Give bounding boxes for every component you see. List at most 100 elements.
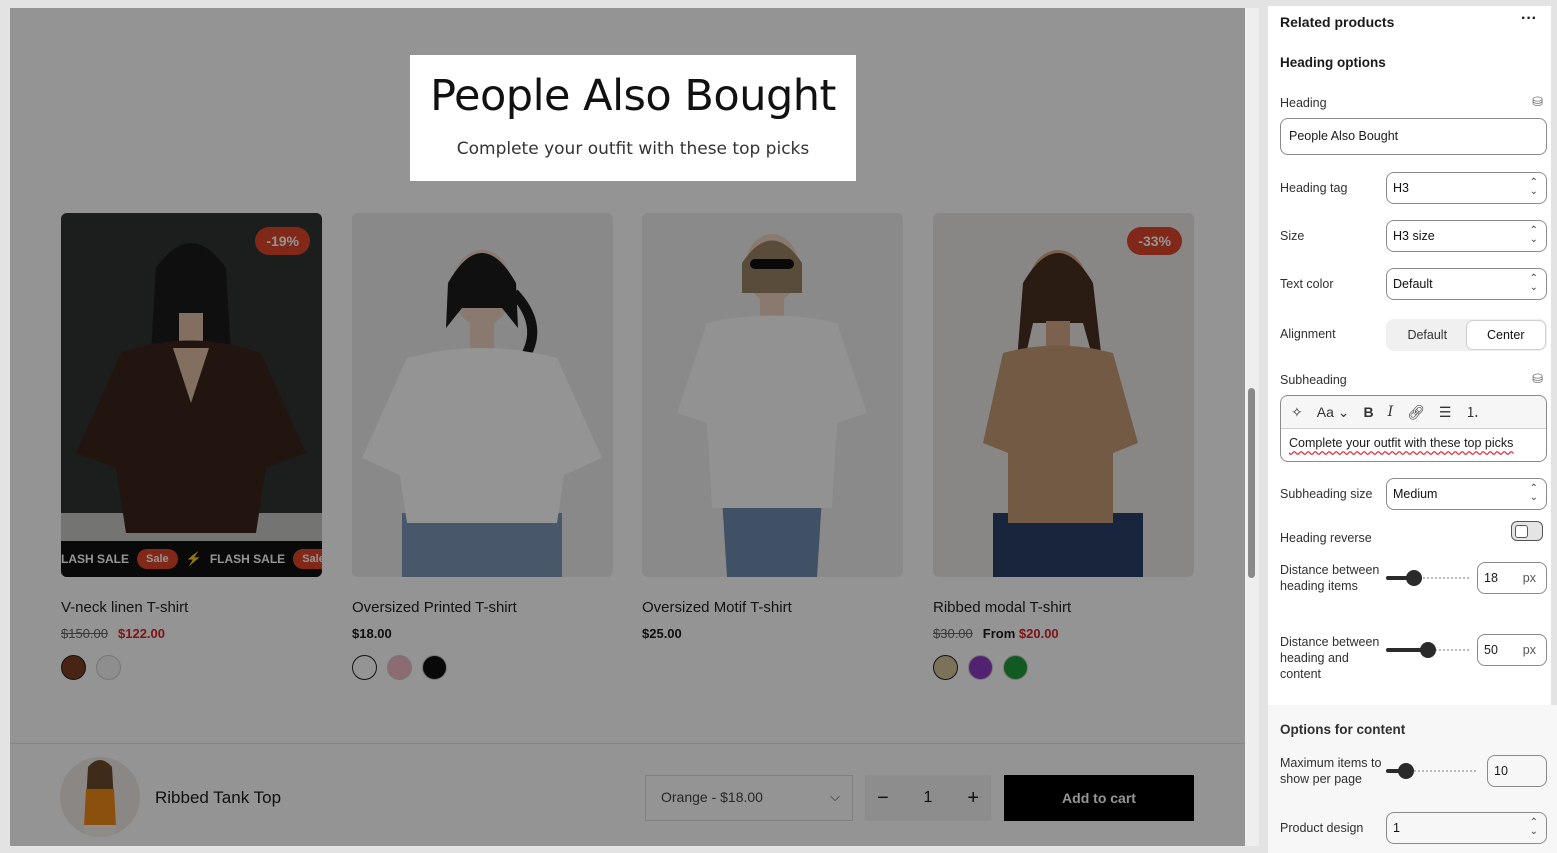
select-arrows-icon: ⌃ ⌄ (1529, 177, 1538, 197)
regular-price: $25.00 (642, 626, 682, 641)
settings-panel-continued: Options for content Maximum items to sho… (1268, 705, 1557, 853)
quantity-value[interactable]: 1 (924, 789, 933, 807)
select-arrows-icon: ⌃ ⌄ (1529, 483, 1538, 503)
alignment-center-option[interactable]: Center (1466, 321, 1545, 349)
swatch-brown[interactable] (61, 655, 86, 680)
ai-sparkle-icon[interactable]: ✧ (1291, 404, 1303, 421)
heading-tag-label: Heading tag (1280, 181, 1348, 195)
swatch-black[interactable] (422, 655, 447, 680)
product-card[interactable]: Oversized Motif T-shirt $25.00 (642, 213, 903, 641)
product-name[interactable]: Ribbed modal T-shirt (933, 599, 1194, 616)
size-select[interactable]: H3 size ⌃ ⌄ (1386, 220, 1547, 252)
swatch-green[interactable] (1003, 655, 1028, 680)
panel-title: Related products (1280, 14, 1395, 30)
add-to-cart-button[interactable]: Add to cart (1004, 775, 1194, 821)
distance-items-label: Distance between heading items (1280, 563, 1380, 593)
swatch-white[interactable] (352, 655, 377, 680)
sale-price: $122.00 (118, 626, 165, 641)
preview-scrollbar-thumb[interactable] (1248, 388, 1255, 578)
select-arrows-icon: ⌃ ⌄ (1529, 817, 1538, 837)
product-image[interactable] (642, 213, 903, 577)
slider-handle[interactable] (1398, 763, 1414, 779)
plus-icon[interactable]: + (967, 787, 979, 810)
compare-price: $150.00 (61, 626, 108, 641)
from-label: From (982, 626, 1016, 641)
product-card[interactable]: -33% Ribbed modal T-shirt $30.00 From $2… (933, 213, 1194, 680)
link-icon[interactable]: 🔗︎ (1407, 404, 1425, 421)
product-design-select[interactable]: 1 ⌃ ⌄ (1386, 812, 1547, 844)
heading-block[interactable]: People Also Bought Complete your outfit … (410, 55, 856, 181)
subheading-size-value: Medium (1393, 487, 1438, 501)
bold-icon[interactable]: B (1363, 404, 1373, 420)
slider-track (1406, 770, 1476, 772)
panel-header: Related products ··· (1280, 10, 1547, 32)
section-title: Heading options (1280, 55, 1386, 70)
subheading-text[interactable]: Complete your outfit with these top pick… (1281, 429, 1546, 457)
subheading-label: Subheading (1280, 373, 1347, 387)
product-name[interactable]: V-neck linen T-shirt (61, 599, 322, 616)
alignment-default-option[interactable]: Default (1388, 321, 1467, 349)
alignment-segmented-control: Default Center (1386, 319, 1547, 351)
variant-select[interactable]: Orange - $18.00 ⌵ (645, 775, 853, 821)
quantity-stepper[interactable]: − 1 + (865, 775, 991, 821)
distance-content-value: 50 (1484, 643, 1498, 657)
product-image[interactable] (352, 213, 613, 577)
rte-toolbar: ✧ Aa ⌄ B I 🔗︎ ☰ ⒈ (1281, 396, 1546, 429)
color-swatches (61, 655, 322, 680)
swatch-pink[interactable] (387, 655, 412, 680)
select-arrows-icon: ⌃ ⌄ (1529, 225, 1538, 245)
product-card[interactable]: Oversized Printed T-shirt $18.00 (352, 213, 613, 680)
settings-panel: Related products ··· Heading options Hea… (1268, 6, 1551, 705)
unit-label: px (1522, 571, 1536, 585)
section-title: Options for content (1280, 722, 1406, 737)
max-items-input[interactable]: 10 (1487, 755, 1547, 787)
max-items-field: Maximum items to show per page 10 (1280, 755, 1553, 787)
product-image[interactable]: -33% (933, 213, 1194, 577)
heading-tag-select[interactable]: H3 ⌃ ⌄ (1386, 172, 1547, 204)
heading-reverse-toggle[interactable] (1511, 521, 1543, 541)
discount-badge: -33% (1127, 227, 1182, 255)
color-swatches (933, 655, 1194, 680)
distance-items-slider[interactable] (1386, 570, 1469, 586)
heading-input[interactable]: People Also Bought (1280, 118, 1547, 155)
product-card[interactable]: -19% LASH SALE Sale ⚡ FLASH SALE Sale V-… (61, 213, 322, 680)
sticky-add-to-cart-bar: Ribbed Tank Top Orange - $18.00 ⌵ − 1 + … (10, 743, 1245, 846)
numbered-list-icon[interactable]: ⒈ (1465, 402, 1479, 422)
more-options-icon[interactable]: ··· (1521, 10, 1537, 28)
distance-items-value: 18 (1484, 571, 1498, 585)
slider-handle[interactable] (1420, 642, 1436, 658)
product-name[interactable]: Oversized Motif T-shirt (642, 599, 903, 616)
text-style-icon[interactable]: Aa ⌄ (1317, 404, 1350, 421)
subheading-size-select[interactable]: Medium ⌃ ⌄ (1386, 478, 1547, 510)
text-color-value: Default (1393, 277, 1433, 291)
size-label: Size (1280, 229, 1305, 243)
max-items-slider[interactable] (1386, 763, 1476, 779)
subheading-rich-text-editor[interactable]: ✧ Aa ⌄ B I 🔗︎ ☰ ⒈ Complete your outfit w… (1280, 395, 1547, 462)
subheading-field: Subheading ⛁ ✧ Aa ⌄ B I 🔗︎ ☰ ⒈ Complete … (1280, 371, 1547, 462)
heading-label: Heading (1280, 96, 1327, 110)
swatch-white[interactable] (96, 655, 121, 680)
slider-handle[interactable] (1406, 570, 1422, 586)
section-content-options: Options for content (1280, 721, 1553, 739)
minus-icon[interactable]: − (877, 787, 889, 810)
product-design-value: 1 (1393, 821, 1400, 835)
dynamic-source-icon[interactable]: ⛁ (1532, 371, 1543, 387)
distance-items-input[interactable]: 18 px (1477, 562, 1547, 594)
swatch-purple[interactable] (968, 655, 993, 680)
distance-content-field: Distance between heading and content 50 p… (1280, 634, 1547, 682)
product-price: $25.00 (642, 626, 903, 641)
italic-icon[interactable]: I (1388, 404, 1394, 420)
discount-badge: -19% (255, 227, 310, 255)
distance-content-input[interactable]: 50 px (1477, 634, 1547, 666)
product-name[interactable]: Oversized Printed T-shirt (352, 599, 613, 616)
product-image[interactable]: -19% LASH SALE Sale ⚡ FLASH SALE Sale (61, 213, 322, 577)
text-color-select[interactable]: Default ⌃ ⌄ (1386, 268, 1547, 300)
bullet-list-icon[interactable]: ☰ (1439, 404, 1452, 421)
swatch-beige[interactable] (933, 655, 958, 680)
dynamic-source-icon[interactable]: ⛁ (1532, 94, 1543, 110)
section-heading: People Also Bought (430, 71, 836, 121)
unit-label: px (1522, 643, 1536, 657)
alignment-label: Alignment (1280, 327, 1336, 341)
variant-value: Orange - $18.00 (661, 789, 763, 805)
distance-content-slider[interactable] (1386, 642, 1469, 658)
